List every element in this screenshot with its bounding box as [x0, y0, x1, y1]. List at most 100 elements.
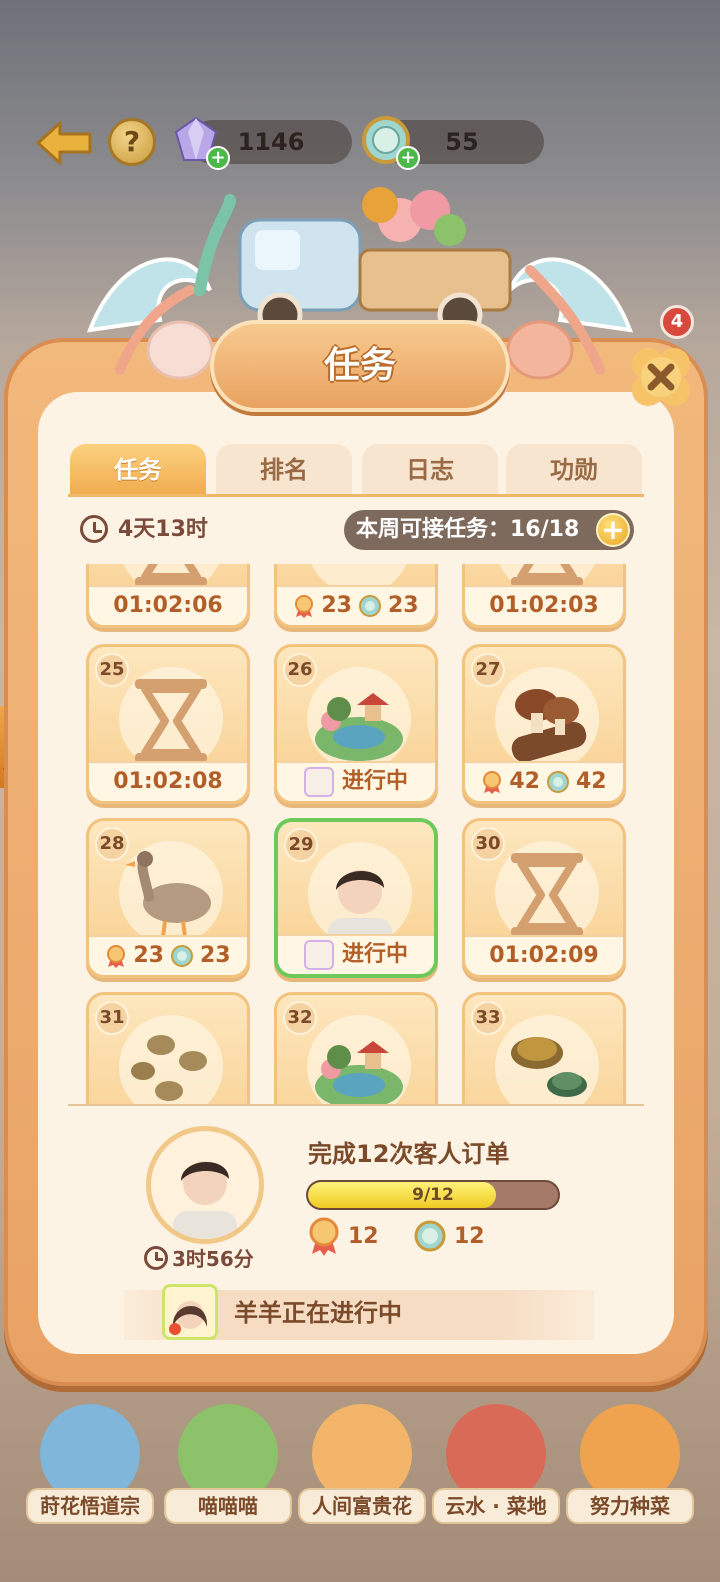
shop-label: 云水 · 菜地 — [432, 1488, 560, 1524]
panel-title: 任务 — [323, 345, 396, 386]
shop-tile[interactable]: 莳花悟道宗 — [26, 1388, 154, 1558]
notification-badge: 4 — [660, 305, 694, 339]
task-rewards: 23 23 — [277, 585, 435, 625]
tab-log[interactable]: 日志 — [362, 444, 498, 496]
coin-icon — [170, 937, 194, 975]
shop-row: 莳花悟道宗 喵喵喵 人间富贵花 云水 · 菜地 努力种菜 — [0, 1388, 720, 1582]
shop-label: 努力种菜 — [566, 1488, 694, 1524]
task-number: 26 — [283, 653, 317, 687]
tab-ranking[interactable]: 排名 — [216, 444, 352, 496]
panel-title-plate: 任务 — [210, 320, 510, 412]
add-capacity-icon[interactable]: + — [596, 513, 630, 547]
close-button[interactable] — [626, 342, 696, 412]
task-number: 25 — [95, 653, 129, 687]
task-card[interactable]: 28 23 23 — [86, 818, 250, 978]
task-card[interactable]: 25 01:02:08 — [86, 644, 250, 804]
task-card[interactable]: 33 — [462, 992, 626, 1106]
back-arrow-icon[interactable] — [34, 118, 94, 168]
girl-avatar-icon — [169, 1301, 208, 1335]
task-card[interactable]: 01:02:03 — [462, 564, 626, 628]
coin-counter[interactable]: + 55 — [362, 116, 544, 170]
task-number: 27 — [471, 653, 505, 687]
task-number: 29 — [284, 828, 318, 862]
hourglass-icon — [121, 673, 221, 769]
reward-medal-count: 12 — [348, 1224, 379, 1249]
task-card[interactable]: 29 进行中 — [274, 818, 438, 978]
task-number: 32 — [283, 1001, 317, 1035]
shop-label: 莳花悟道宗 — [26, 1488, 154, 1524]
assignee-avatar-icon — [303, 767, 334, 797]
tab-merits[interactable]: 功勋 — [506, 444, 642, 496]
task-card[interactable]: 27 42 42 — [462, 644, 626, 804]
task-status: 进行中 — [277, 761, 435, 801]
medal-reward: 23 — [133, 943, 164, 968]
shop-tile[interactable]: 云水 · 菜地 — [432, 1388, 560, 1558]
tab-tasks[interactable]: 任务 — [70, 444, 206, 496]
mushroom-icon — [497, 673, 597, 769]
medal-icon — [481, 763, 503, 801]
assignee-avatar-icon — [303, 940, 334, 970]
turtles-icon — [497, 1021, 597, 1106]
task-card[interactable]: 23 23 — [274, 564, 438, 628]
task-progress-text: 9/12 — [412, 1185, 454, 1205]
medal-reward: 42 — [509, 769, 540, 794]
task-card[interactable]: 26 进行中 — [274, 644, 438, 804]
coin-reward: 23 — [200, 943, 231, 968]
task-card[interactable]: 32 — [274, 992, 438, 1106]
boy-icon — [310, 848, 410, 948]
task-number: 33 — [471, 1001, 505, 1035]
task-countdown: 01:02:08 — [89, 761, 247, 801]
task-progress-bar: 9/12 — [306, 1180, 560, 1210]
shop-tile[interactable]: 人间富贵花 — [298, 1388, 426, 1558]
task-status: 进行中 — [278, 934, 434, 974]
weekly-capacity-label: 本周可接任务：16/18 — [356, 517, 580, 542]
tab-bar: 任务 排名 日志 功勋 — [70, 444, 644, 496]
weekly-capacity: 本周可接任务：16/18 + — [344, 510, 634, 550]
coin-icon — [546, 763, 570, 801]
frogs-icon — [121, 1021, 221, 1106]
coin-reward: 42 — [576, 769, 607, 794]
medal-icon — [293, 587, 315, 625]
gem-counter[interactable]: + 1146 — [174, 116, 352, 170]
task-rewards: 23 23 — [89, 935, 247, 975]
grid-divider — [68, 1104, 644, 1106]
task-description: 完成12次客人订单 — [308, 1140, 510, 1168]
task-card[interactable]: 31 — [86, 992, 250, 1106]
shop-label: 喵喵喵 — [164, 1488, 292, 1524]
task-card[interactable]: 30 01:02:09 — [462, 818, 626, 978]
shop-label: 人间富贵花 — [298, 1488, 426, 1524]
coin-icon — [358, 587, 382, 625]
order-timer-text: 3时56分 — [172, 1247, 254, 1271]
gem-count: 1146 — [237, 128, 305, 156]
hourglass-icon — [497, 847, 597, 943]
task-card[interactable]: 01:02:06 — [86, 564, 250, 628]
medal-reward: 23 — [321, 593, 352, 618]
clock-icon — [144, 1246, 168, 1270]
task-number: 28 — [95, 827, 129, 861]
customer-avatar-icon — [173, 1161, 237, 1239]
coin-count: 55 — [445, 128, 479, 156]
shop-tile[interactable]: 努力种菜 — [566, 1388, 694, 1558]
goose-icon — [121, 847, 221, 943]
tab-underline — [68, 494, 644, 497]
top-bar: ? + 1146 + 55 — [0, 112, 720, 172]
shop-tile[interactable]: 喵喵喵 — [164, 1388, 292, 1558]
reward-coin-count: 12 — [454, 1224, 485, 1249]
customer-portrait — [146, 1126, 264, 1244]
clock-icon — [80, 515, 108, 543]
assignee-avatar — [162, 1284, 218, 1340]
task-countdown: 01:02:06 — [89, 585, 247, 625]
garden-icon — [309, 1021, 409, 1106]
task-countdown: 01:02:03 — [465, 585, 623, 625]
coin-icon — [414, 1220, 446, 1252]
garden-icon — [309, 673, 409, 769]
task-countdown: 01:02:09 — [465, 935, 623, 975]
task-rewards: 42 42 — [465, 761, 623, 801]
task-status-text: 进行中 — [341, 942, 408, 967]
assignee-status: 羊羊正在进行中 — [124, 1284, 594, 1340]
assignee-status-text: 羊羊正在进行中 — [234, 1299, 402, 1327]
help-button[interactable]: ? — [108, 118, 156, 166]
task-status-text: 进行中 — [341, 769, 408, 794]
week-timer-text: 4天13时 — [118, 517, 208, 542]
task-grid[interactable]: 01:02:06 23 23 01:02:03 25 01:02:08 26 进行中 27 42 4… — [68, 564, 644, 1106]
